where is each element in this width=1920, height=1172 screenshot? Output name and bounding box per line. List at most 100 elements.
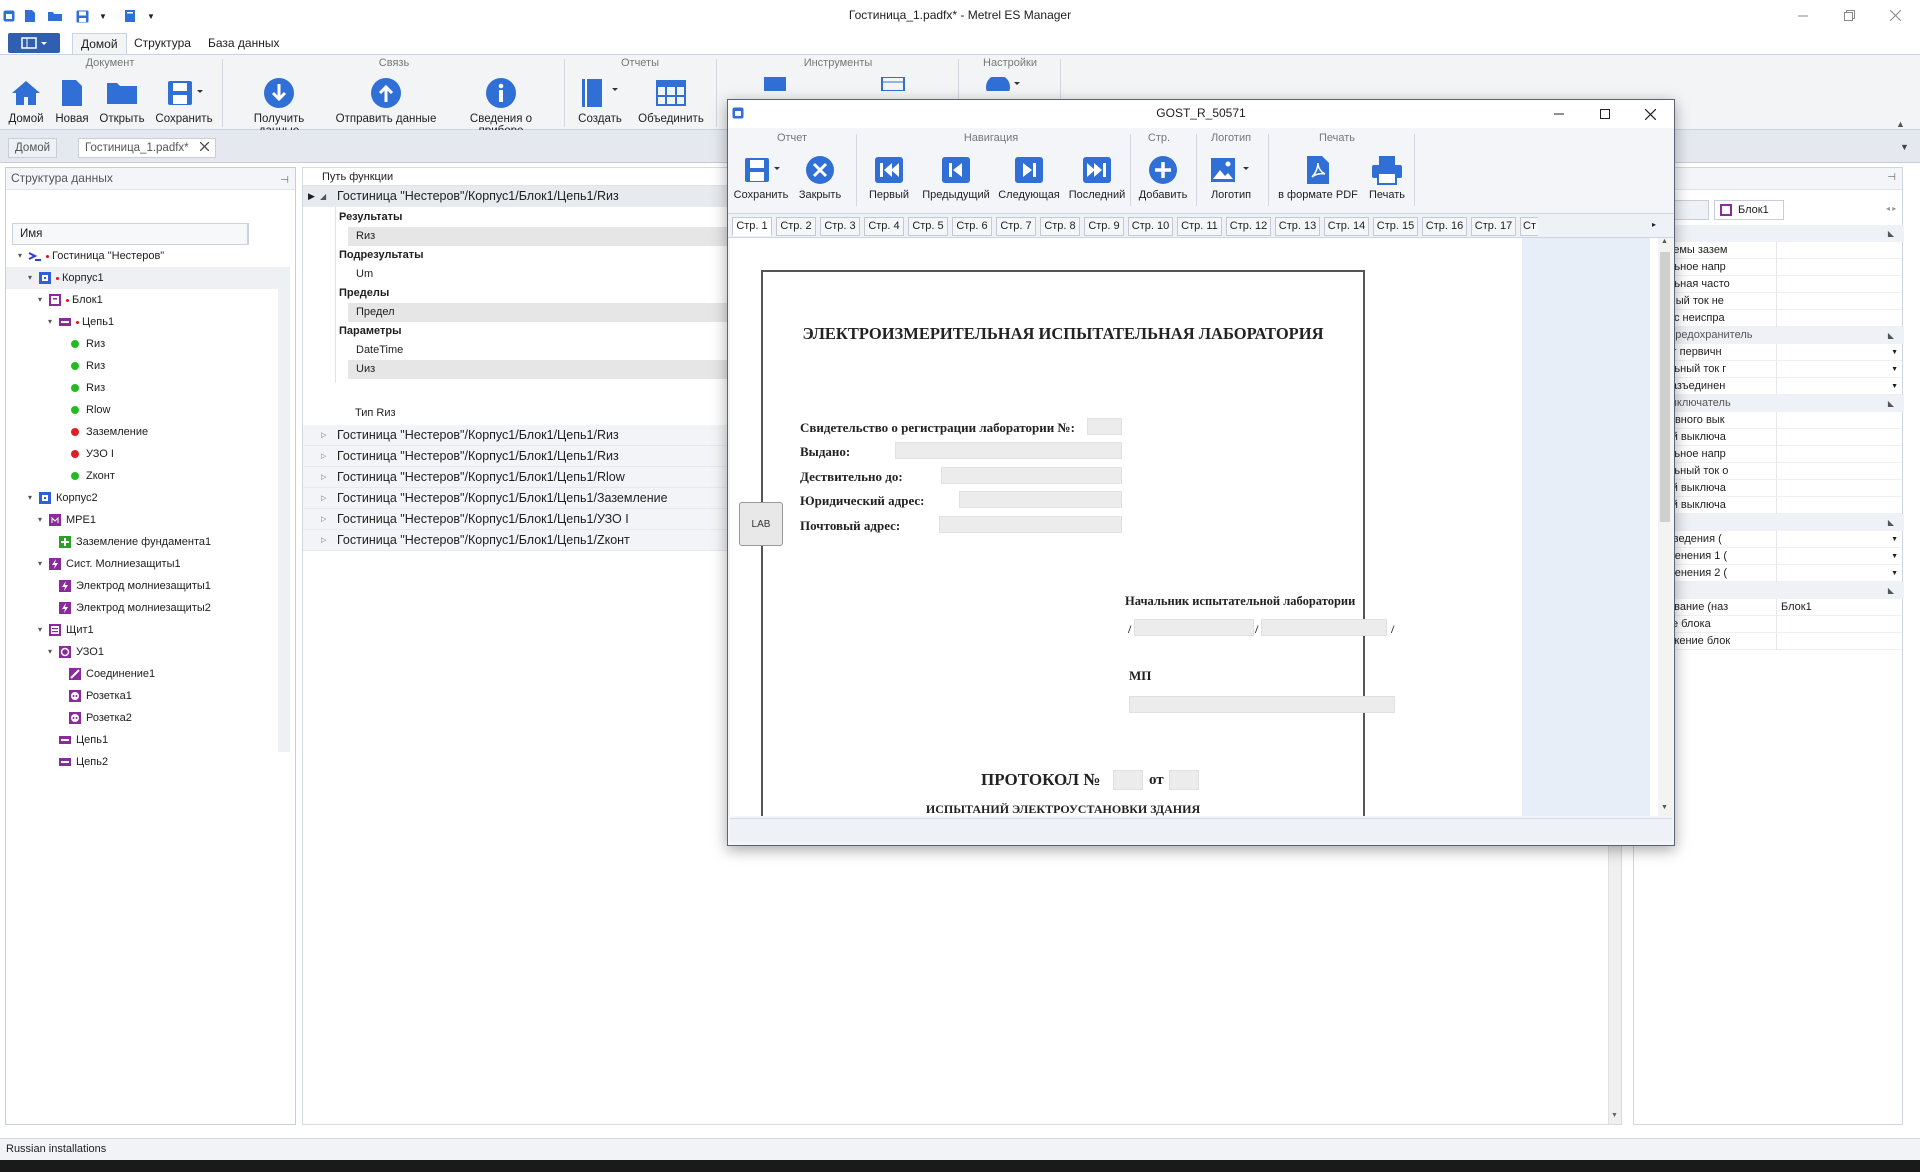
signature-field[interactable]	[1134, 619, 1254, 636]
tree-item[interactable]: Цепь1	[48, 729, 108, 751]
results-value[interactable]: Rиз	[348, 227, 729, 246]
add-page-button[interactable]: Добавить	[1136, 154, 1190, 201]
page-tab[interactable]: Стр. 9	[1084, 217, 1124, 236]
property-value[interactable]	[1776, 446, 1902, 463]
property-value[interactable]	[1776, 344, 1902, 361]
collapse-icon[interactable]: ◣	[1888, 327, 1894, 344]
dropdown-arrow-icon[interactable]: ▼	[1891, 565, 1898, 582]
tree-item[interactable]: ▾ Сист. Молниезащиты1	[38, 553, 181, 575]
field-value[interactable]	[959, 491, 1122, 508]
scroll-down-icon[interactable]: ▼	[1611, 1112, 1618, 1119]
param-value[interactable]: Uиз	[348, 360, 729, 379]
property-value[interactable]	[1776, 480, 1902, 497]
tab-block[interactable]: Блок1	[1714, 200, 1784, 220]
dropdown-arrow-icon[interactable]: ▼	[1891, 531, 1898, 548]
report-close-button[interactable]: Закрыть	[796, 154, 844, 201]
tools-table-icon[interactable]	[880, 77, 906, 91]
minimize-button[interactable]	[1537, 100, 1581, 128]
dropdown-arrow-icon[interactable]: ▼	[1891, 378, 1898, 395]
tree-item[interactable]: ▾ Корпус2	[28, 487, 98, 509]
page-tab[interactable]: Ст	[1520, 217, 1538, 236]
table-row[interactable]: ▶ ◢ Гостиница "Нестеров"/Корпус1/Блок1/Ц…	[303, 186, 728, 207]
merge-button[interactable]: Объединить	[634, 77, 708, 125]
tree-item[interactable]: Rиз	[58, 355, 105, 377]
tree-item[interactable]: Цепь2	[48, 751, 108, 773]
tab-scroll-icon[interactable]: ◂ ▸	[1886, 204, 1896, 213]
property-value[interactable]	[1776, 259, 1902, 276]
expand-chevron-icon[interactable]: ▾	[28, 267, 38, 289]
tree-item[interactable]: ▾ Щит1	[38, 619, 94, 641]
page-tab[interactable]: Стр. 6	[952, 217, 992, 236]
restore-button[interactable]	[1826, 0, 1872, 31]
grid-column-header[interactable]: Путь функции	[303, 168, 728, 186]
tab-structure[interactable]: Структура	[126, 33, 199, 54]
expand-chevron-icon[interactable]: ▾	[28, 487, 38, 509]
expand-icon[interactable]: ▷	[321, 509, 326, 530]
tree-item[interactable]: Rиз	[58, 377, 105, 399]
page-tab[interactable]: Стр. 15	[1373, 217, 1418, 236]
param-value[interactable]: Тип Rиз	[347, 404, 728, 423]
expand-chevron-icon[interactable]: ▾	[38, 619, 48, 641]
tree-item[interactable]: ▾ Цепь1	[48, 311, 114, 333]
logo-button[interactable]: Логотип	[1200, 154, 1262, 201]
property-value[interactable]	[1776, 565, 1902, 582]
tree-item[interactable]: Заземление фундамента1	[48, 531, 211, 553]
property-value[interactable]	[1776, 310, 1902, 327]
property-value[interactable]	[1776, 276, 1902, 293]
page-tab[interactable]: Стр. 5	[908, 217, 948, 236]
tree-column-header[interactable]: Имя	[12, 223, 249, 245]
property-value[interactable]	[1776, 412, 1902, 429]
report-save-button[interactable]: Сохранить	[732, 154, 790, 201]
open-button[interactable]: Открыть	[98, 77, 146, 125]
tree-item[interactable]: Розетка2	[58, 707, 132, 729]
scroll-down-icon[interactable]: ▼	[1661, 804, 1668, 811]
ribbon-collapse-icon[interactable]: ▲	[1896, 119, 1905, 129]
property-value[interactable]	[1776, 497, 1902, 514]
tree-item[interactable]: Zконт	[58, 465, 115, 487]
pin-icon[interactable]: ⊣	[1887, 168, 1896, 188]
field-value[interactable]	[939, 516, 1122, 533]
param-value[interactable]	[348, 379, 729, 383]
property-value[interactable]	[1776, 429, 1902, 446]
minimize-button[interactable]	[1780, 0, 1826, 31]
page-tab[interactable]: Стр. 13	[1275, 217, 1320, 236]
scroll-thumb[interactable]	[1660, 252, 1670, 522]
expand-icon[interactable]: ▷	[321, 446, 326, 467]
close-icon[interactable]	[1628, 100, 1672, 128]
dropdown-arrow-icon[interactable]: ▼	[1891, 548, 1898, 565]
table-row[interactable]: ▷ Гостиница "Нестеров"/Корпус1/Блок1/Цепь…	[303, 509, 728, 530]
tree-item[interactable]: Соединение1	[58, 663, 155, 685]
close-icon[interactable]	[1872, 0, 1918, 31]
table-row[interactable]: ▷ Гостиница "Нестеров"/Корпус1/Блок1/Цепь…	[303, 446, 728, 467]
new-button[interactable]: Новая	[52, 77, 92, 125]
receive-data-button[interactable]: Получить данные	[232, 77, 326, 137]
protocol-date-field[interactable]	[1169, 770, 1199, 790]
tab-database[interactable]: База данных	[200, 33, 287, 54]
expand-icon[interactable]: ▷	[321, 467, 326, 488]
tree-item[interactable]: Розетка1	[58, 685, 132, 707]
page-tab[interactable]: Стр. 8	[1040, 217, 1080, 236]
maximize-button[interactable]	[1583, 100, 1627, 128]
page-tab[interactable]: Стр. 3	[820, 217, 860, 236]
first-page-button[interactable]: Первый	[862, 154, 916, 201]
tree-item[interactable]: ▾ MPE1	[38, 509, 96, 531]
signature-name-field[interactable]	[1261, 619, 1387, 636]
lab-logo-placeholder[interactable]: LAB	[739, 502, 783, 546]
tab-scroll-right-icon[interactable]: ▸	[1652, 220, 1656, 229]
page-tab[interactable]: Стр. 11	[1177, 217, 1222, 236]
expand-icon[interactable]: ▷	[321, 530, 326, 551]
property-value[interactable]: Блок1	[1776, 599, 1902, 616]
page-tab[interactable]: Стр. 4	[864, 217, 904, 236]
collapse-icon[interactable]: ◣	[1888, 582, 1894, 599]
expand-chevron-icon[interactable]: ▾	[38, 553, 48, 575]
collapse-icon[interactable]: ◣	[1888, 225, 1894, 242]
field-value[interactable]	[1087, 418, 1122, 435]
table-row[interactable]: ▷ Гостиница "Нестеров"/Корпус1/Блок1/Цепь…	[303, 488, 728, 509]
table-row[interactable]: ▷ Гостиница "Нестеров"/Корпус1/Блок1/Цепь…	[303, 530, 728, 551]
close-icon[interactable]	[199, 142, 209, 151]
property-value[interactable]	[1776, 531, 1902, 548]
protocol-number-field[interactable]	[1113, 770, 1143, 790]
export-pdf-button[interactable]: в формате PDF	[1276, 154, 1360, 201]
tree-item[interactable]: Заземление	[58, 421, 148, 443]
property-value[interactable]	[1776, 548, 1902, 565]
